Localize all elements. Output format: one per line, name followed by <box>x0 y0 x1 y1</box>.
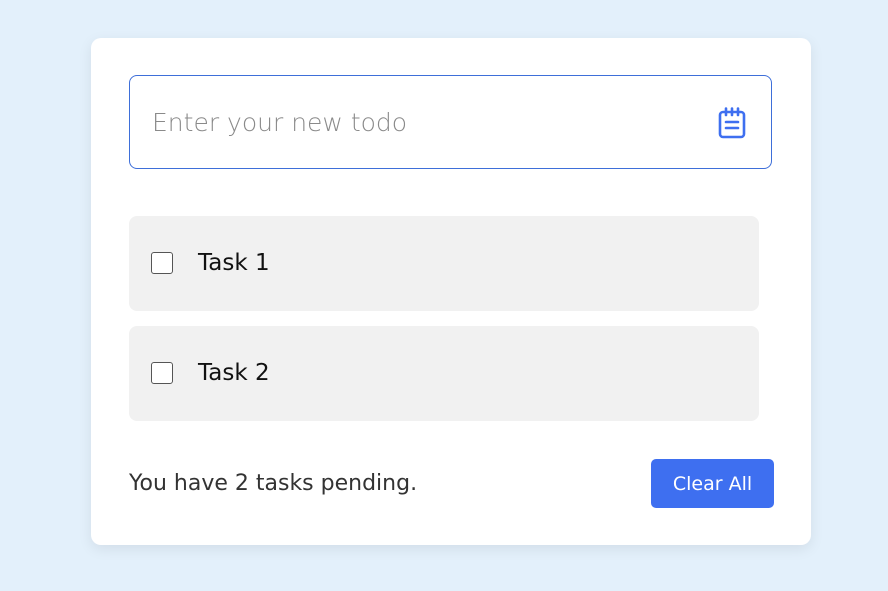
task-item: Task 1 <box>129 216 759 311</box>
task-label: Task 2 <box>198 360 270 386</box>
notepad-icon[interactable] <box>717 107 747 139</box>
todo-input[interactable] <box>152 76 692 168</box>
pending-count-text: You have 2 tasks pending. <box>129 471 418 496</box>
clear-all-button[interactable]: Clear All <box>651 459 774 508</box>
task-label: Task 1 <box>198 250 270 276</box>
task-item: Task 2 <box>129 326 759 421</box>
todo-input-wrapper <box>129 75 772 169</box>
task-checkbox[interactable] <box>151 252 173 274</box>
task-checkbox[interactable] <box>151 362 173 384</box>
todo-card: Task 1 Task 2 You have 2 tasks pending. … <box>91 38 811 545</box>
